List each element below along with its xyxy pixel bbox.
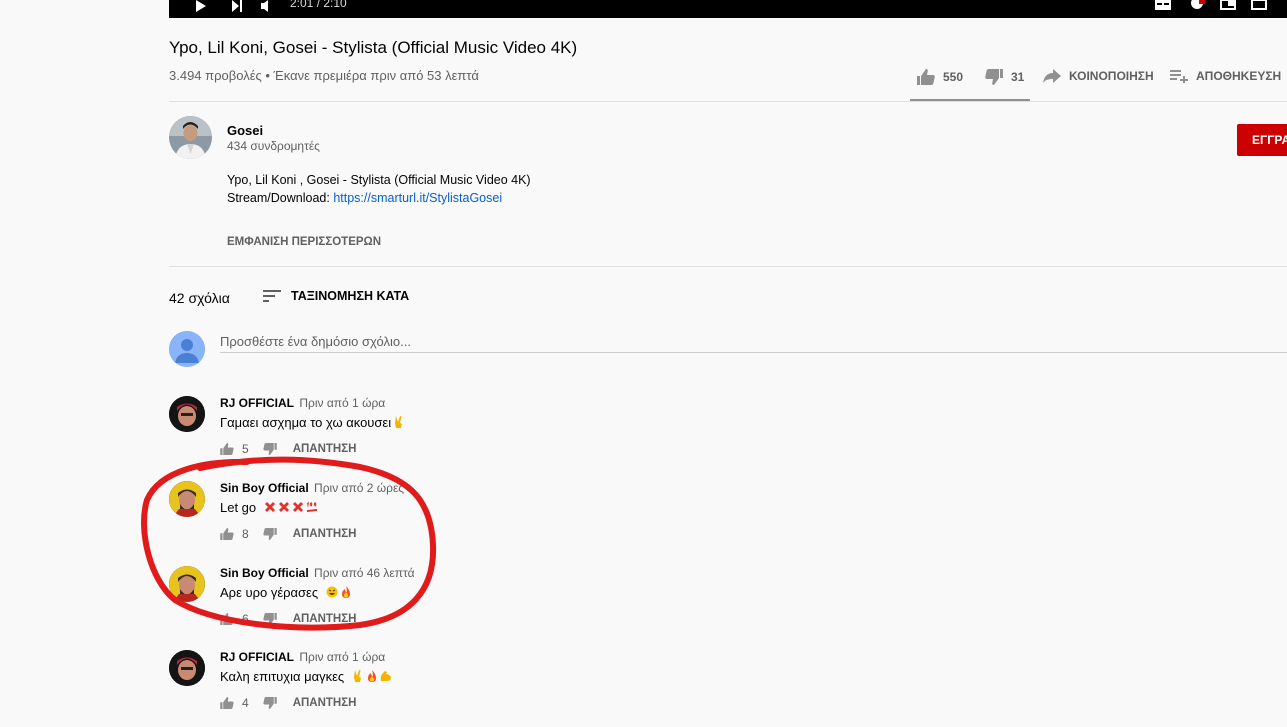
- comment-text: Καλη επιτυχια μαγκες: [220, 669, 392, 684]
- dislike-button[interactable]: 31: [985, 69, 1024, 85]
- comment-header: RJ OFFICIAL Πριν από 1 ώρα: [220, 396, 385, 410]
- video-player-controls: 2:01 / 2:10: [169, 0, 1287, 18]
- subscribe-button[interactable]: ΕΓΓΡΑ: [1237, 124, 1287, 156]
- commenter-avatar[interactable]: [169, 566, 205, 602]
- comment-text: Let go: [220, 500, 318, 515]
- cross-mark-emoji-icon: [292, 501, 304, 513]
- comment-text: Αρε υρο γέρασες: [220, 585, 352, 600]
- description-stream-prefix: Stream/Download:: [227, 191, 334, 205]
- comment-actions: 4 ΑΠΑΝΤΗΣΗ: [220, 696, 356, 710]
- flexed-biceps-emoji-icon: [380, 670, 392, 682]
- comment-time[interactable]: Πριν από 2 ώρες: [314, 481, 404, 495]
- comment-header: Sin Boy Official Πριν από 2 ώρες: [220, 481, 404, 495]
- reply-button[interactable]: ΑΠΑΝΤΗΣΗ: [293, 613, 357, 625]
- dislike-comment-icon[interactable]: [263, 697, 277, 709]
- time-display: 2:01 / 2:10: [290, 0, 347, 10]
- playlist-add-icon: [1170, 70, 1188, 83]
- comment-author[interactable]: Sin Boy Official: [220, 566, 309, 580]
- subscriber-count: 434 συνδρομητές: [227, 139, 320, 153]
- comment-actions: 6 ΑΠΑΝΤΗΣΗ: [220, 612, 356, 626]
- comment-text: Γαμαει ασχημα το χω ακουσει: [220, 415, 405, 430]
- show-more-button[interactable]: ΕΜΦΑΝΙΣΗ ΠΕΡΙΣΣΟΤΕΡΩΝ: [227, 236, 381, 248]
- comment-item: RJ OFFICIAL Πριν από 1 ώρα Καλη επιτυχια…: [169, 650, 769, 720]
- commenter-avatar[interactable]: [169, 481, 205, 517]
- like-comment-icon[interactable]: [220, 443, 234, 455]
- video-title: Ypo, Lil Koni, Gosei - Stylista (Officia…: [169, 38, 578, 57]
- like-comment-icon[interactable]: [220, 528, 234, 540]
- dislike-comment-icon[interactable]: [263, 528, 277, 540]
- share-button[interactable]: ΚΟΙΝΟΠΟΙΗΣΗ: [1043, 69, 1154, 83]
- settings-icon[interactable]: [1189, 0, 1205, 14]
- comment-like-count: 4: [242, 696, 249, 710]
- comment-author[interactable]: RJ OFFICIAL: [220, 650, 294, 664]
- cross-mark-emoji-icon: [278, 501, 290, 513]
- add-comment-input[interactable]: [220, 331, 1287, 353]
- comment-header: RJ OFFICIAL Πριν από 1 ώρα: [220, 650, 385, 664]
- comment-time[interactable]: Πριν από 1 ώρα: [299, 650, 385, 664]
- share-icon: [1043, 69, 1061, 83]
- channel-avatar[interactable]: [169, 116, 212, 159]
- divider: [169, 101, 1287, 102]
- comment-item: Sin Boy Official Πριν από 46 λεπτά Αρε υ…: [169, 566, 769, 636]
- save-label: ΑΠΟΘΗΚΕΥΣΗ: [1196, 69, 1282, 83]
- victory-hand-emoji-icon: [393, 416, 405, 428]
- description-stream-line: Stream/Download: https://smarturl.it/Sty…: [227, 191, 502, 205]
- reply-button[interactable]: ΑΠΑΝΤΗΣΗ: [293, 697, 357, 709]
- comment-time[interactable]: Πριν από 1 ώρα: [299, 396, 385, 410]
- comment-time[interactable]: Πριν από 46 λεπτά: [314, 566, 415, 580]
- channel-name[interactable]: Gosei: [227, 123, 263, 138]
- volume-icon[interactable]: [261, 0, 273, 14]
- laughing-face-emoji-icon: [326, 586, 338, 598]
- comment-header: Sin Boy Official Πριν από 46 λεπτά: [220, 566, 415, 580]
- comment-item: Sin Boy Official Πριν από 2 ώρες Let go …: [169, 481, 769, 551]
- theater-mode-icon[interactable]: [1251, 0, 1267, 14]
- user-avatar: [169, 331, 205, 367]
- thumbs-down-icon: [985, 69, 1003, 85]
- victory-hand-emoji-icon: [352, 670, 364, 682]
- dislike-count: 31: [1011, 70, 1025, 84]
- comment-author[interactable]: Sin Boy Official: [220, 481, 309, 495]
- commenter-avatar[interactable]: [169, 396, 205, 432]
- reply-button[interactable]: ΑΠΑΝΤΗΣΗ: [293, 443, 357, 455]
- sort-icon: [263, 290, 281, 302]
- dislike-comment-icon[interactable]: [263, 443, 277, 455]
- cross-mark-emoji-icon: [264, 501, 276, 513]
- comment-author[interactable]: RJ OFFICIAL: [220, 396, 294, 410]
- comment-text-content: Let go: [220, 500, 257, 515]
- like-comment-icon[interactable]: [220, 613, 234, 625]
- like-button[interactable]: 550: [917, 69, 963, 85]
- reply-button[interactable]: ΑΠΑΝΤΗΣΗ: [293, 528, 357, 540]
- description-line: Ypo, Lil Koni , Gosei - Stylista (Offici…: [227, 173, 531, 187]
- comment-like-count: 8: [242, 527, 249, 541]
- miniplayer-icon[interactable]: [1220, 0, 1236, 14]
- hundred-points-emoji-icon: [306, 501, 318, 513]
- sort-label: ΤΑΞΙΝΟΜΗΣΗ ΚΑΤΑ: [291, 289, 410, 303]
- comment-item: RJ OFFICIAL Πριν από 1 ώρα Γαμαει ασχημα…: [169, 396, 769, 466]
- like-count: 550: [943, 70, 964, 84]
- video-view-count: 3.494 προβολές • Έκανε πρεμιέρα πριν από…: [169, 68, 479, 83]
- fire-emoji-icon: [366, 670, 378, 682]
- comment-like-count: 5: [242, 442, 249, 456]
- sort-button[interactable]: ΤΑΞΙΝΟΜΗΣΗ ΚΑΤΑ: [263, 289, 409, 303]
- share-label: ΚΟΙΝΟΠΟΙΗΣΗ: [1069, 69, 1154, 83]
- comment-count: 42 σχόλια: [169, 290, 230, 306]
- commenter-avatar[interactable]: [169, 650, 205, 686]
- fire-emoji-icon: [340, 586, 352, 598]
- comment-actions: 8 ΑΠΑΝΤΗΣΗ: [220, 527, 356, 541]
- play-icon[interactable]: [195, 0, 207, 14]
- like-comment-icon[interactable]: [220, 697, 234, 709]
- comment-text-content: Αρε υρο γέρασες: [220, 585, 319, 600]
- divider: [169, 266, 1287, 267]
- comment-text-content: Καλη επιτυχια μαγκες: [220, 669, 345, 684]
- comment-actions: 5 ΑΠΑΝΤΗΣΗ: [220, 442, 356, 456]
- save-button[interactable]: ΑΠΟΘΗΚΕΥΣΗ: [1170, 69, 1281, 83]
- description-link[interactable]: https://smarturl.it/StylistaGosei: [333, 191, 502, 205]
- comment-text-content: Γαμαει ασχημα το χω ακουσει: [220, 415, 392, 430]
- dislike-comment-icon[interactable]: [263, 613, 277, 625]
- subtitles-icon[interactable]: [1155, 0, 1171, 14]
- comment-like-count: 6: [242, 612, 249, 626]
- next-icon[interactable]: [231, 0, 243, 14]
- thumbs-up-icon: [917, 69, 935, 85]
